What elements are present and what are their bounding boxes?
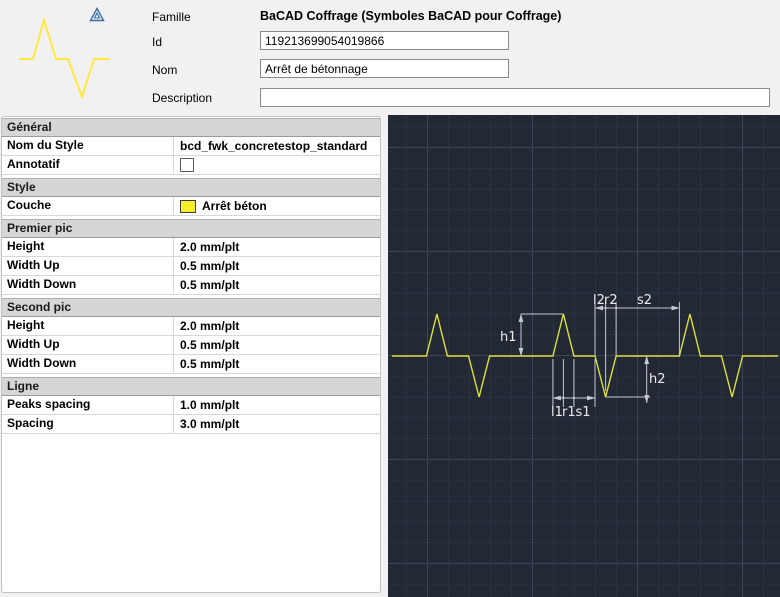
property-row-couche: Couche Arrêt béton	[2, 197, 380, 216]
annotatif-checkbox[interactable]	[180, 158, 194, 172]
dim-label-h2: h2	[649, 372, 666, 387]
property-value[interactable]: Arrêt béton	[174, 197, 380, 215]
dim-label-h1: h1	[500, 330, 517, 345]
section-header-second-pic: Second pic	[2, 298, 380, 317]
property-value-text: 0.5 mm/plt	[180, 338, 239, 352]
property-label: Couche	[2, 197, 174, 215]
property-value-text: 0.5 mm/plt	[180, 278, 239, 292]
property-value-text: bcd_fwk_concretestop_standard	[180, 139, 367, 153]
property-row-nom-du-style: Nom du Style bcd_fwk_concretestop_standa…	[2, 137, 380, 156]
property-value[interactable]: 0.5 mm/plt	[174, 336, 380, 354]
property-row-peaks-spacing: Peaks spacing 1.0 mm/plt	[2, 396, 380, 415]
nom-label: Nom	[152, 63, 177, 77]
id-input[interactable]	[260, 31, 509, 50]
property-value-text: 0.5 mm/plt	[180, 259, 239, 273]
property-grid: Général Nom du Style bcd_fwk_concretesto…	[1, 116, 381, 593]
dim-label-s2: s2	[637, 293, 652, 308]
property-value[interactable]: 0.5 mm/plt	[174, 257, 380, 275]
property-value[interactable]: 1.0 mm/plt	[174, 396, 380, 414]
dimension-lines	[521, 302, 679, 407]
property-label: Width Down	[2, 355, 174, 373]
property-value-text: 2.0 mm/plt	[180, 240, 239, 254]
property-row-spacing: Spacing 3.0 mm/plt	[2, 415, 380, 434]
property-label: Spacing	[2, 415, 174, 433]
property-row-height-1: Height 2.0 mm/plt	[2, 238, 380, 257]
id-label: Id	[152, 35, 162, 49]
property-value[interactable]: 0.5 mm/plt	[174, 355, 380, 373]
dim-label-r1: r1	[562, 405, 576, 420]
nom-input[interactable]	[260, 59, 509, 78]
layer-color-swatch	[180, 200, 196, 213]
symbol-editor-window: Famille Id Nom Description BaCAD Coffrag…	[0, 0, 780, 597]
famille-label: Famille	[152, 10, 191, 24]
dim-label-r2: r2	[604, 293, 618, 308]
property-value-text: 3.0 mm/plt	[180, 417, 239, 431]
property-row-height-2: Height 2.0 mm/plt	[2, 317, 380, 336]
property-row-width-down-2: Width Down 0.5 mm/plt	[2, 355, 380, 374]
property-label: Width Down	[2, 276, 174, 294]
description-label: Description	[152, 91, 212, 105]
preview-viewport[interactable]: h1 h2 l1 r1 s1 l2 r2 s2	[388, 115, 780, 597]
property-value[interactable]: bcd_fwk_concretestop_standard	[174, 137, 380, 155]
symbol-drawing: h1 h2 l1 r1 s1 l2 r2 s2	[388, 115, 780, 597]
property-label: Annotatif	[2, 156, 174, 174]
famille-value: BaCAD Coffrage (Symboles BaCAD pour Coff…	[260, 9, 561, 23]
section-header-style: Style	[2, 178, 380, 197]
property-label: Peaks spacing	[2, 396, 174, 414]
layer-name: Arrêt béton	[202, 199, 267, 213]
property-row-width-down-1: Width Down 0.5 mm/plt	[2, 276, 380, 295]
concretestop-polyline	[392, 314, 778, 397]
annotative-icon	[88, 6, 106, 24]
property-value-text: 0.5 mm/plt	[180, 357, 239, 371]
property-value[interactable]: 0.5 mm/plt	[174, 276, 380, 294]
property-row-width-up-2: Width Up 0.5 mm/plt	[2, 336, 380, 355]
section-header-premier-pic: Premier pic	[2, 219, 380, 238]
property-label: Height	[2, 317, 174, 335]
property-value-text: 1.0 mm/plt	[180, 398, 239, 412]
description-input[interactable]	[260, 88, 770, 107]
dim-label-s1: s1	[576, 405, 591, 420]
property-row-width-up-1: Width Up 0.5 mm/plt	[2, 257, 380, 276]
section-header-general: Général	[2, 118, 380, 137]
property-value-text: 2.0 mm/plt	[180, 319, 239, 333]
property-value[interactable]: 2.0 mm/plt	[174, 238, 380, 256]
property-value[interactable]: 3.0 mm/plt	[174, 415, 380, 433]
property-label: Width Up	[2, 257, 174, 275]
section-header-ligne: Ligne	[2, 377, 380, 396]
property-value	[174, 156, 380, 174]
property-value[interactable]: 2.0 mm/plt	[174, 317, 380, 335]
property-label: Nom du Style	[2, 137, 174, 155]
property-row-annotatif: Annotatif	[2, 156, 380, 175]
property-label: Height	[2, 238, 174, 256]
property-label: Width Up	[2, 336, 174, 354]
